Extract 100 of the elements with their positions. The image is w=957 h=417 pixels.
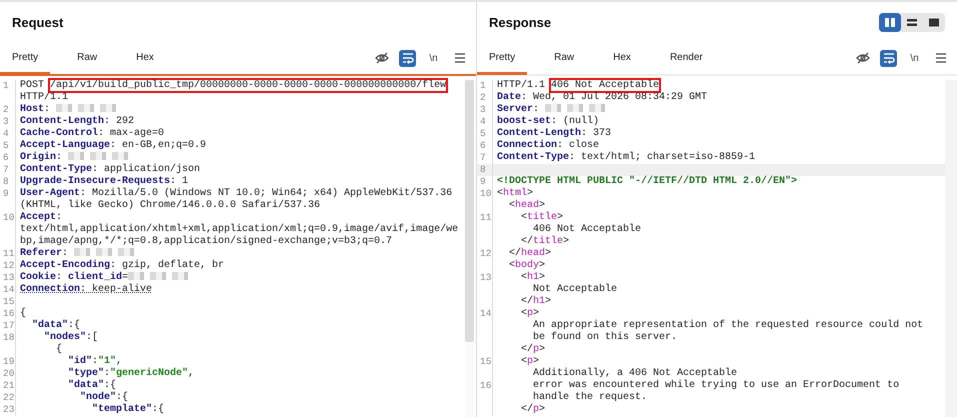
line-number: 14 [477,308,493,320]
code-line: text/html,application/xhtml+xml,application/xml;q=0.9,image/avif,image/we [19,224,458,236]
code-line: <body> [508,260,546,272]
line-number: 14 [0,284,16,296]
code-text: client_id [68,272,122,283]
code-line: "template":{ [91,404,164,416]
redacted-blur [56,104,116,112]
line-number: 10 [0,212,16,224]
line-number: 7 [0,164,16,176]
code-line: { [55,344,62,356]
line-number: 4 [0,128,16,140]
view-tab[interactable]: Render [658,43,715,75]
code-text: : [56,152,64,163]
redacted-blur [545,104,606,112]
layout-toggle[interactable] [879,12,945,32]
view-tab[interactable]: Pretty [0,43,50,75]
code-line: Connection: keep-alive [19,284,152,296]
single-layout-icon [928,16,940,28]
scroll-thumb[interactable] [465,80,474,342]
line-number: 23 [0,404,16,416]
line-number: 1 [0,80,16,92]
code-text: Cookie [20,272,56,283]
code-line: be found on this server. [532,332,678,344]
code-line: Content-Length: 292 [19,116,134,128]
code-line: Cache-Control: max-age=0 [19,128,164,140]
code-text: : [56,272,64,283]
code-text: = [122,272,128,283]
highlighted-text: 406 Not Acceptable [551,80,660,91]
code-line: Date: Wed, 01 Jul 2026 08:34:29 GMT [496,92,708,104]
code-line: <p> [520,308,540,320]
code-line: </title> [520,236,570,248]
code-line: Upgrade-Insecure-Requests: 1 [19,176,188,188]
code-line: HTTP/1.1 [19,92,68,104]
code-line: { [19,308,26,320]
line-number: 21 [0,380,16,392]
view-tab[interactable]: Pretty [477,43,528,75]
code-line: <head> [508,200,546,212]
code-line: Accept-Language: en-GB,en;q=0.9 [19,140,206,152]
layout-button[interactable] [879,12,901,32]
wrap-button[interactable] [399,50,416,66]
code-line: 406 Not Acceptable [532,224,642,236]
code-line: Content-Type: application/json [19,164,200,176]
line-number: 11 [477,212,493,224]
line-number: 20 [0,368,16,380]
code-text: POST [20,80,46,91]
code-line: Connection: close [496,140,600,152]
line-number: 6 [0,152,16,164]
view-tab[interactable]: Hex [124,43,166,75]
code-line: Content-Length: 373 [496,128,612,140]
line-number: 15 [0,296,16,308]
code-line: <html> [496,188,534,200]
redacted-blur [128,272,188,280]
newline-toggle[interactable]: \n [906,50,923,66]
code-line: <title> [520,212,564,224]
line-number: 11 [0,248,16,260]
view-tab[interactable]: Raw [542,43,586,75]
code-line: </head> [508,248,552,260]
line-number: 3 [0,116,16,128]
newline-toggle[interactable]: \n [425,50,442,66]
line-number: 9 [477,176,493,188]
columns-layout-icon [884,16,896,28]
redacted-blur [74,248,134,256]
code-line: "data":{ [67,380,116,392]
line-number: 16 [0,308,16,320]
wrap-button[interactable] [880,50,897,66]
code-text: HTTP/1.1 [497,80,546,91]
code-line: An appropriate representation of the requested resource could not [532,320,924,332]
code-line: "node":{ [79,392,128,404]
code-line: boost-set: (null) [496,116,600,128]
code-line: User-Agent: Mozilla/5.0 (Windows NT 10.0; Win64; x64) AppleWebKit/537.36 [19,188,452,200]
panel-title: Response [489,14,552,30]
line-number: 18 [0,332,16,344]
line-number: 13 [477,272,493,284]
line-number: 5 [477,128,493,140]
line-number: 16 [477,380,493,392]
line-number: 12 [0,260,16,272]
line-number: 15 [477,356,493,368]
line-number: 3 [477,104,493,116]
view-tab[interactable]: Raw [65,43,110,75]
code-text: : [44,104,52,115]
code-line: </p> [520,404,546,416]
line-number: 2 [477,92,493,104]
code-line: </p> [520,344,546,356]
code-text: Host [20,104,44,115]
code-line: <h1> [520,272,546,284]
code-text: Origin [20,152,56,163]
code-text: Referer [20,248,62,259]
code-line: bp,image/apng,*/*;q=0.8,application/signed-exchange;v=b3;q=0.7 [19,236,392,248]
code-text: Server [497,104,534,115]
line-number: 5 [0,140,16,152]
code-line: handle the request. [532,392,648,404]
scrollbar[interactable] [465,80,474,417]
code-line: Accept: [19,212,62,224]
line-number: 8 [0,176,16,188]
code-line: Content-Type: text/html; charset=iso-8859-1 [496,152,756,164]
view-tab[interactable]: Hex [601,43,643,75]
code-line: "type":"genericNode", [67,368,194,380]
line-number: 13 [0,272,16,284]
code-line: Additionally, a 406 Not Acceptable [532,368,738,380]
code-line: <!DOCTYPE HTML PUBLIC "-//IETF//DTD HTML 2.0//EN"> [496,176,798,188]
